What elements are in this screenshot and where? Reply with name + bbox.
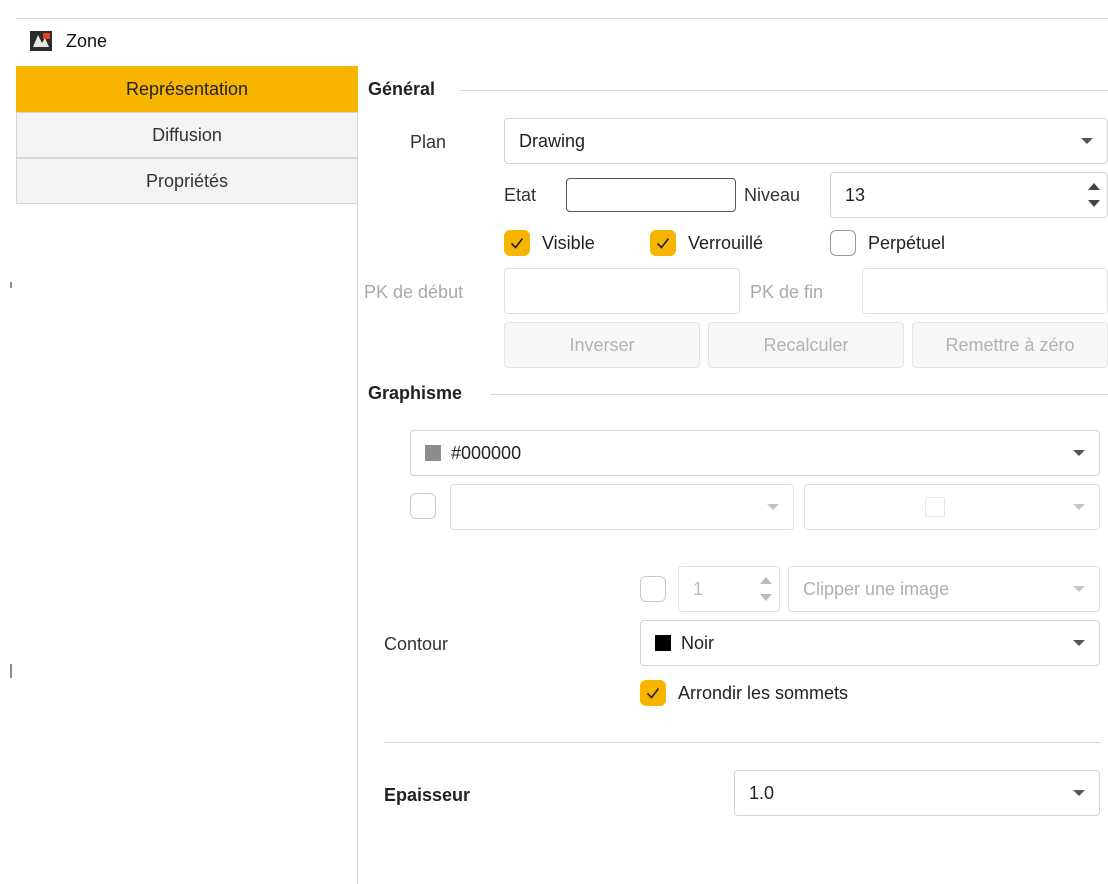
increment-icon[interactable] bbox=[1088, 183, 1100, 190]
clip-count-value: 1 bbox=[693, 578, 704, 599]
niveau-stepper[interactable]: 13 bbox=[830, 172, 1108, 218]
title-bar: Zone bbox=[16, 19, 1108, 65]
nav-item-label: Représentation bbox=[125, 78, 249, 99]
checkbox-icon bbox=[650, 230, 676, 256]
pattern-select[interactable] bbox=[450, 484, 794, 530]
checkbox-icon bbox=[410, 493, 436, 519]
perpetuel-checkbox[interactable]: Perpétuel bbox=[830, 230, 945, 256]
nav-item-label: Propriétés bbox=[145, 170, 229, 191]
checkbox-icon bbox=[830, 230, 856, 256]
zone-dialog: Zone Représentation Diffusion Propriétés… bbox=[16, 18, 1108, 884]
contour-select[interactable]: Noir bbox=[640, 620, 1100, 666]
decrement-icon[interactable] bbox=[1088, 200, 1100, 207]
checkbox-icon bbox=[504, 230, 530, 256]
visible-label: Visible bbox=[542, 232, 595, 253]
window-title: Zone bbox=[66, 31, 108, 51]
pk-fin-label: PK de fin bbox=[750, 282, 824, 302]
pattern-checkbox[interactable] bbox=[410, 493, 436, 519]
niveau-value: 13 bbox=[845, 184, 866, 205]
representation-panel: Général Plan Drawing Etat Niveau 13 Visi… bbox=[358, 66, 1108, 884]
epaisseur-label: Epaisseur bbox=[384, 785, 471, 805]
pattern-swatch bbox=[925, 497, 945, 517]
chevron-down-icon bbox=[1073, 504, 1085, 510]
arrondir-label: Arrondir les sommets bbox=[678, 682, 849, 703]
clip-checkbox[interactable] bbox=[640, 576, 666, 602]
color-value: #000000 bbox=[451, 442, 522, 463]
nav-item-diffusion[interactable]: Diffusion bbox=[16, 112, 358, 158]
color-swatch bbox=[425, 445, 441, 461]
section-graphisme-header: Graphisme bbox=[368, 382, 463, 403]
decrement-icon[interactable] bbox=[760, 594, 772, 601]
plan-select[interactable]: Drawing bbox=[504, 118, 1108, 164]
pk-debut-label: PK de début bbox=[364, 282, 464, 302]
nav-item-representation[interactable]: Représentation bbox=[16, 66, 358, 112]
stepper-buttons bbox=[1081, 173, 1107, 217]
chevron-down-icon bbox=[1073, 586, 1085, 592]
contour-label: Contour bbox=[384, 634, 449, 654]
window-edge-mark bbox=[10, 282, 12, 288]
clip-image-select[interactable]: Clipper une image bbox=[788, 566, 1100, 612]
section-divider bbox=[460, 90, 1108, 91]
chevron-down-icon bbox=[767, 504, 779, 510]
window-edge-mark bbox=[10, 664, 12, 678]
verrouille-checkbox[interactable]: Verrouillé bbox=[650, 230, 763, 256]
chevron-down-icon bbox=[1073, 640, 1085, 646]
contour-value: Noir bbox=[681, 632, 715, 653]
pattern-color-select[interactable] bbox=[804, 484, 1100, 530]
plan-label: Plan bbox=[410, 132, 447, 152]
etat-field[interactable] bbox=[566, 178, 736, 212]
epaisseur-select[interactable]: 1.0 bbox=[734, 770, 1100, 816]
checkbox-icon bbox=[640, 576, 666, 602]
sidebar: Représentation Diffusion Propriétés bbox=[16, 66, 358, 884]
niveau-label: Niveau bbox=[744, 185, 801, 205]
zone-app-icon bbox=[30, 31, 52, 51]
pk-fin-input[interactable] bbox=[862, 268, 1108, 314]
chevron-down-icon bbox=[1073, 790, 1085, 796]
pk-debut-input[interactable] bbox=[504, 268, 740, 314]
clip-image-placeholder: Clipper une image bbox=[803, 578, 950, 599]
stepper-buttons bbox=[753, 567, 779, 611]
divider bbox=[384, 742, 1100, 743]
inverser-button[interactable]: Inverser bbox=[504, 322, 700, 368]
increment-icon[interactable] bbox=[760, 577, 772, 584]
epaisseur-value: 1.0 bbox=[749, 782, 775, 803]
chevron-down-icon bbox=[1081, 138, 1093, 144]
nav-item-label: Diffusion bbox=[152, 124, 222, 145]
visible-checkbox[interactable]: Visible bbox=[504, 230, 595, 256]
verrouille-label: Verrouillé bbox=[688, 232, 764, 253]
section-general-header: Général bbox=[368, 78, 436, 99]
checkbox-icon bbox=[640, 680, 666, 706]
chevron-down-icon bbox=[1073, 450, 1085, 456]
nav-item-proprietes[interactable]: Propriétés bbox=[16, 158, 358, 204]
recalculer-button[interactable]: Recalculer bbox=[708, 322, 904, 368]
arrondir-checkbox[interactable]: Arrondir les sommets bbox=[640, 680, 848, 706]
etat-label: Etat bbox=[504, 185, 537, 205]
plan-value: Drawing bbox=[519, 130, 586, 151]
remettre-a-zero-button[interactable]: Remettre à zéro bbox=[912, 322, 1108, 368]
clip-count-stepper[interactable]: 1 bbox=[678, 566, 780, 612]
contour-swatch bbox=[655, 635, 671, 651]
color-select[interactable]: #000000 bbox=[410, 430, 1100, 476]
section-divider bbox=[490, 394, 1108, 395]
perpetuel-label: Perpétuel bbox=[868, 232, 946, 253]
